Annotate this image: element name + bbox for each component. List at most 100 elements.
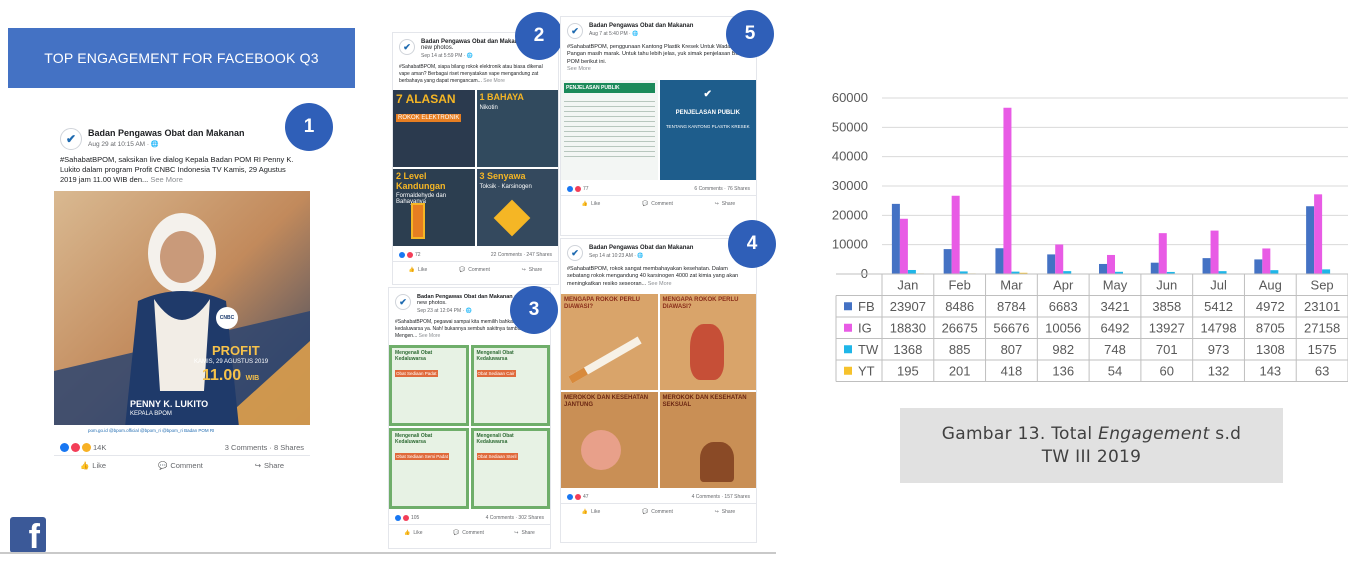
- like-button[interactable]: 👍 Like: [409, 267, 427, 273]
- tile-subtitle: Obat Sediaan Padat: [395, 369, 438, 377]
- data-value-label: 27158: [1304, 320, 1340, 335]
- post-text: #SahabatBPOM, rokok sangat membahayakan …: [561, 263, 756, 291]
- comments-shares-count[interactable]: 22 Comments · 247 Shares: [491, 252, 552, 258]
- reactions-summary[interactable]: 105: [395, 515, 419, 522]
- bpom-avatar-icon[interactable]: ✔: [399, 39, 415, 55]
- facebook-post-2[interactable]: ✔ Badan Pengawas Obat dan Makanan added …: [392, 32, 559, 285]
- infographic-tile[interactable]: Mengenali Obat Kedaluwarsa Obat Sediaan …: [389, 428, 469, 510]
- speech-bubble-icon: 💬: [641, 200, 649, 207]
- broadcast-timezone: WIB: [245, 375, 260, 383]
- share-button[interactable]: ↪ Share: [715, 201, 736, 207]
- reactions-summary[interactable]: 14K: [60, 443, 107, 453]
- see-more-link[interactable]: See More: [483, 78, 505, 84]
- data-value-label: 1308: [1256, 342, 1285, 357]
- comments-shares-count[interactable]: 4 Comments · 302 Shares: [486, 515, 544, 521]
- share-button[interactable]: ↪ Share: [255, 461, 284, 470]
- page-name[interactable]: Badan Pengawas Obat dan Makanan: [88, 128, 245, 138]
- broadcast-date: KAMIS, 29 AGUSTUS 2019: [194, 359, 269, 366]
- see-more-link[interactable]: See More: [150, 175, 183, 184]
- infographic-tile[interactable]: MENGAPA ROKOK PERLU DIAWASI?: [659, 294, 756, 391]
- data-value-label: 8486: [945, 299, 974, 314]
- comment-button[interactable]: 💬 Comment: [453, 530, 484, 536]
- infographic-tile[interactable]: MEROKOK DAN KESEHATAN JANTUNG: [561, 392, 658, 489]
- data-value-label: 56676: [993, 320, 1029, 335]
- bar-fb: [1099, 263, 1107, 274]
- facebook-post-5[interactable]: ✔ Badan Pengawas Obat dan Makanan Aug 7 …: [560, 16, 757, 236]
- post-time[interactable]: Sep 14 at 10:23 AM ·: [589, 253, 637, 259]
- infographic-tile[interactable]: 1 BAHAYA Nikotin: [476, 90, 558, 168]
- facebook-post-1[interactable]: ✔ Badan Pengawas Obat dan Makanan Aug 29…: [54, 122, 310, 514]
- infographic-tile[interactable]: MENGAPA ROKOK PERLU DIAWASI?: [561, 294, 658, 391]
- tile-title: MENGAPA ROKOK PERLU DIAWASI?: [564, 297, 641, 310]
- like-button[interactable]: 👍 Like: [582, 509, 600, 515]
- comments-shares-count[interactable]: 6 Comments · 76 Shares: [694, 186, 750, 192]
- bar-fb: [1306, 206, 1315, 274]
- comment-button[interactable]: 💬 Comment: [158, 461, 203, 470]
- bpom-avatar-icon[interactable]: ✔: [567, 245, 583, 261]
- data-value-label: 418: [1001, 363, 1023, 378]
- infographic-tile[interactable]: 3 Senyawa Toksik · Karsinogen: [476, 169, 558, 247]
- comment-button[interactable]: 💬 Comment: [642, 201, 673, 207]
- post-caption: #SahabatBPOM, penggunaan Kantong Plastik…: [567, 44, 748, 65]
- infographic-tile[interactable]: ✔ PENJELASAN PUBLIK TENTANG KANTONG PLAS…: [659, 79, 756, 180]
- page-name[interactable]: Badan Pengawas Obat dan Makanan: [589, 245, 693, 251]
- see-more-link[interactable]: See More: [648, 281, 672, 287]
- post-actions: 👍 Like 💬 Comment ↪ Share: [561, 503, 756, 520]
- post-time[interactable]: Sep 14 at 5:59 PM ·: [421, 53, 467, 59]
- rank-badge-4: 4: [728, 220, 776, 268]
- share-button[interactable]: ↪ Share: [514, 530, 535, 536]
- see-more-link[interactable]: See More: [567, 66, 591, 72]
- data-value-label: 10056: [1045, 320, 1081, 335]
- bar-ig: [1314, 194, 1323, 274]
- infographic-tile[interactable]: 2 Level Kandungan Formaldehyde dan Bahay…: [393, 169, 475, 247]
- bar-tw: [1322, 269, 1331, 274]
- infographic-tile[interactable]: PENJELASAN PUBLIK: [561, 79, 658, 180]
- facebook-post-4[interactable]: ✔ Badan Pengawas Obat dan Makanan Sep 14…: [560, 238, 757, 543]
- bpom-avatar-icon[interactable]: ✔: [60, 128, 82, 150]
- reaction-count: 14K: [93, 443, 107, 453]
- data-value-label: 6683: [1049, 299, 1078, 314]
- love-reaction-icon: [407, 252, 413, 259]
- tile-title: Mengenali Obat Kedaluwarsa: [395, 433, 433, 445]
- page-name[interactable]: Badan Pengawas Obat dan Makanan: [589, 23, 693, 29]
- post-image-grid[interactable]: Mengenali Obat Kedaluwarsa Obat Sediaan …: [389, 345, 550, 510]
- like-button[interactable]: 👍 Like: [404, 530, 422, 536]
- engagement-chart-svg: 0100002000030000400005000060000 JanFebMa…: [832, 90, 1348, 382]
- post-image-grid[interactable]: MENGAPA ROKOK PERLU DIAWASI? MENGAPA ROK…: [561, 294, 756, 489]
- post-image[interactable]: PROFIT KAMIS, 29 AGUSTUS 2019 11.00 WIB …: [54, 191, 310, 438]
- post-time[interactable]: Aug 7 at 5:40 PM ·: [589, 31, 632, 37]
- data-value-label: 1368: [893, 342, 922, 357]
- like-label: Like: [92, 461, 107, 471]
- like-button[interactable]: 👍 Like: [80, 461, 106, 470]
- see-more-link[interactable]: See More: [419, 333, 441, 339]
- comments-shares-count[interactable]: 3 Comments · 8 Shares: [225, 443, 304, 452]
- share-button[interactable]: ↪ Share: [522, 267, 543, 273]
- like-label: Like: [591, 200, 601, 207]
- comment-button[interactable]: 💬 Comment: [642, 509, 673, 515]
- data-value-label: 3421: [1101, 299, 1130, 314]
- globe-icon: 🌐: [637, 253, 644, 259]
- infographic-tile[interactable]: Mengenali Obat Kedaluwarsa Obat Sediaan …: [470, 345, 550, 427]
- post-image-pair[interactable]: PENJELASAN PUBLIK ✔ PENJELASAN PUBLIK TE…: [561, 79, 756, 180]
- x-category-label: Feb: [948, 277, 970, 292]
- bar-ig: [1003, 107, 1012, 274]
- reactions-summary[interactable]: 72: [399, 252, 421, 259]
- post-time[interactable]: Aug 29 at 10:15 AM ·: [88, 141, 151, 148]
- infographic-tile[interactable]: Mengenali Obat Kedaluwarsa Obat Sediaan …: [470, 428, 550, 510]
- bpom-avatar-icon[interactable]: ✔: [395, 294, 411, 310]
- reactions-summary[interactable]: 47: [567, 494, 589, 501]
- infographic-tile[interactable]: Mengenali Obat Kedaluwarsa Obat Sediaan …: [389, 345, 469, 427]
- comment-button[interactable]: 💬 Comment: [459, 267, 490, 273]
- data-value-label: 23907: [890, 299, 926, 314]
- bpom-avatar-icon[interactable]: ✔: [567, 23, 583, 39]
- infographic-tile[interactable]: 7 ALASAN ROKOK ELEKTRONIK: [393, 90, 475, 168]
- like-label: Like: [591, 509, 601, 516]
- post-actions: 👍 Like 💬 Comment ↪ Share: [389, 524, 550, 541]
- post-time[interactable]: Sep 23 at 12:04 PM ·: [417, 308, 466, 314]
- infographic-tile[interactable]: MEROKOK DAN KESEHATAN SEKSUAL: [659, 392, 756, 489]
- post-image-grid[interactable]: 7 ALASAN ROKOK ELEKTRONIK 1 BAHAYA Nikot…: [393, 90, 558, 247]
- reactions-summary[interactable]: 77: [567, 185, 589, 192]
- share-button[interactable]: ↪ Share: [715, 509, 736, 515]
- like-button[interactable]: 👍 Like: [582, 201, 600, 207]
- comments-shares-count[interactable]: 4 Comments · 157 Shares: [692, 494, 750, 500]
